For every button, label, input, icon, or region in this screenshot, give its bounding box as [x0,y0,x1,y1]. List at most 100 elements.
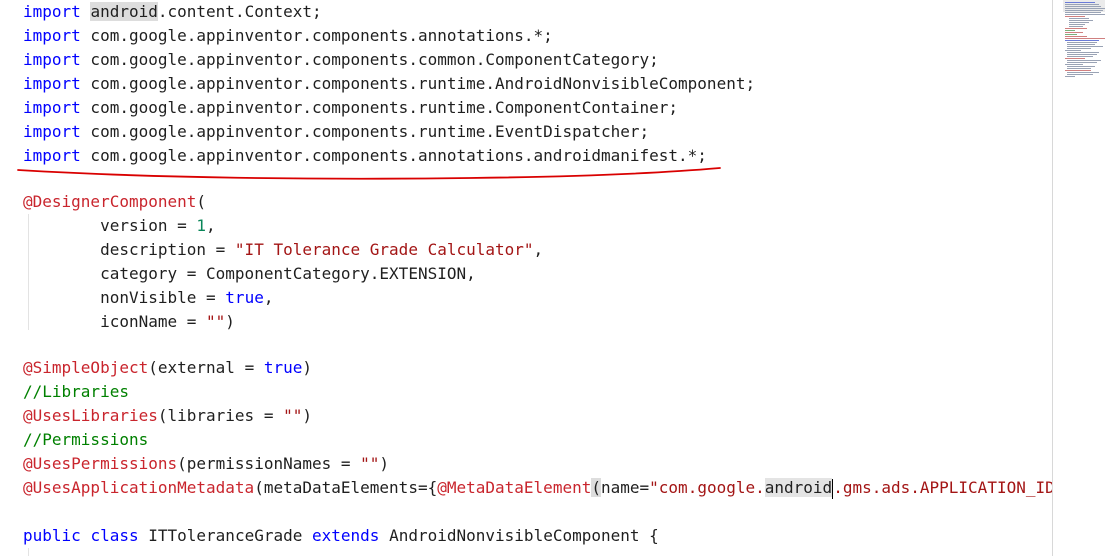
minimap[interactable] [1053,0,1105,556]
minimap-line [1065,34,1077,35]
code-line[interactable]: import com.google.appinventor.components… [23,24,553,48]
minimap-line [1069,18,1089,19]
minimap-line [1065,6,1101,7]
code-line[interactable]: @SimpleObject(external = true) [23,356,312,380]
minimap-line [1065,40,1099,41]
code-line[interactable]: @DesignerComponent( [23,190,206,214]
minimap-line [1065,64,1083,65]
minimap-line [1065,4,1099,5]
code-token: android [90,2,158,21]
code-line[interactable]: category = ComponentCategory.EXTENSION, [23,262,476,286]
minimap-line [1067,44,1095,45]
code-token: ) [302,406,312,425]
minimap-line [1067,46,1103,47]
code-token: com.google.appinventor.components.runtim… [80,74,756,93]
code-token: "IT Tolerance Grade Calculator" [234,240,534,259]
code-token: "" [360,454,380,473]
code-token: "" [283,406,303,425]
code-token: "com.google. [649,478,765,497]
code-token: ( [591,478,601,497]
code-token: description = [23,240,235,259]
minimap-line [1065,14,1105,15]
code-line[interactable]: import com.google.appinventor.components… [23,48,659,72]
code-token: com.google.appinventor.components.annota… [80,146,707,165]
code-token: com.google.appinventor.components.common… [80,50,659,69]
minimap-line [1067,60,1101,61]
minimap-line [1067,52,1099,53]
minimap-line [1069,22,1089,23]
code-token: extends [312,526,380,545]
code-token: , [206,216,216,235]
code-token: name= [600,478,650,497]
code-token: ) [302,358,312,377]
code-token: import [23,74,81,93]
code-token: @UsesApplicationMetadata [23,478,255,497]
minimap-line [1067,68,1091,69]
indent-guide [28,548,29,556]
minimap-line [1065,36,1087,37]
code-token: true [263,358,303,377]
code-token: import [23,98,81,117]
code-line[interactable]: //Libraries [23,380,129,404]
code-line[interactable]: import com.google.appinventor.components… [23,72,755,96]
minimap-line [1065,76,1075,77]
minimap-line [1067,66,1095,67]
minimap-line [1065,38,1105,39]
code-line[interactable]: @UsesPermissions(permissionNames = "") [23,452,389,476]
code-token: category = ComponentCategory.EXTENSION, [23,264,476,283]
minimap-line [1069,26,1083,27]
code-line[interactable]: import android.content.Context; [23,0,322,24]
minimap-line [1065,50,1081,51]
code-token: //Libraries [23,382,129,401]
minimap-line [1065,30,1075,31]
code-token: (metaDataElements={ [254,478,438,497]
code-token: @DesignerComponent [23,192,197,211]
code-line[interactable]: @UsesLibraries(libraries = "") [23,404,312,428]
code-line[interactable]: import com.google.appinventor.components… [23,120,649,144]
code-token: (permissionNames = [177,454,361,473]
minimap-line [1067,42,1097,43]
code-token: @UsesPermissions [23,454,178,473]
code-token: iconName = [23,312,207,331]
minimap-line [1067,56,1093,57]
minimap-line [1065,16,1085,17]
code-token: ( [196,192,207,211]
code-line[interactable]: import com.google.appinventor.components… [23,144,707,168]
code-token: true [225,288,264,307]
code-line[interactable]: public class ITToleranceGrade extends An… [23,524,659,548]
code-token: .content.Context; [157,2,322,21]
code-token: "" [206,312,226,331]
code-line[interactable]: import com.google.appinventor.components… [23,96,678,120]
code-line[interactable]: iconName = "") [23,310,235,334]
code-line[interactable]: //Permissions [23,428,148,452]
code-token: @UsesLibraries [23,406,158,425]
code-token: , [263,288,274,307]
code-editor[interactable]: import android.content.Context; import co… [0,0,1052,556]
code-token: import [23,2,81,21]
minimap-line [1065,10,1103,11]
code-token: android [764,478,833,497]
code-token: @SimpleObject [23,358,149,377]
code-token: import [23,26,81,45]
code-token: com.google.appinventor.components.runtim… [80,122,650,141]
minimap-line [1067,54,1097,55]
code-line[interactable]: description = "IT Tolerance Grade Calcul… [23,238,543,262]
minimap-line [1067,62,1097,63]
code-line[interactable]: @UsesApplicationMetadata(metaDataElement… [23,476,1052,500]
minimap-line [1067,48,1091,49]
code-token: import [23,50,81,69]
code-token: public [23,526,81,545]
code-token: version = [23,216,197,235]
minimap-line [1065,58,1085,59]
code-token: ITToleranceGrade [138,526,312,545]
code-token: import [23,122,81,141]
code-token: import [23,146,81,165]
code-token: com.google.appinventor.components.annota… [80,26,553,45]
minimap-line [1067,72,1099,73]
code-token: (external = [148,358,264,377]
code-line[interactable]: version = 1, [23,214,216,238]
code-line[interactable]: nonVisible = true, [23,286,273,310]
minimap-line [1069,20,1093,21]
